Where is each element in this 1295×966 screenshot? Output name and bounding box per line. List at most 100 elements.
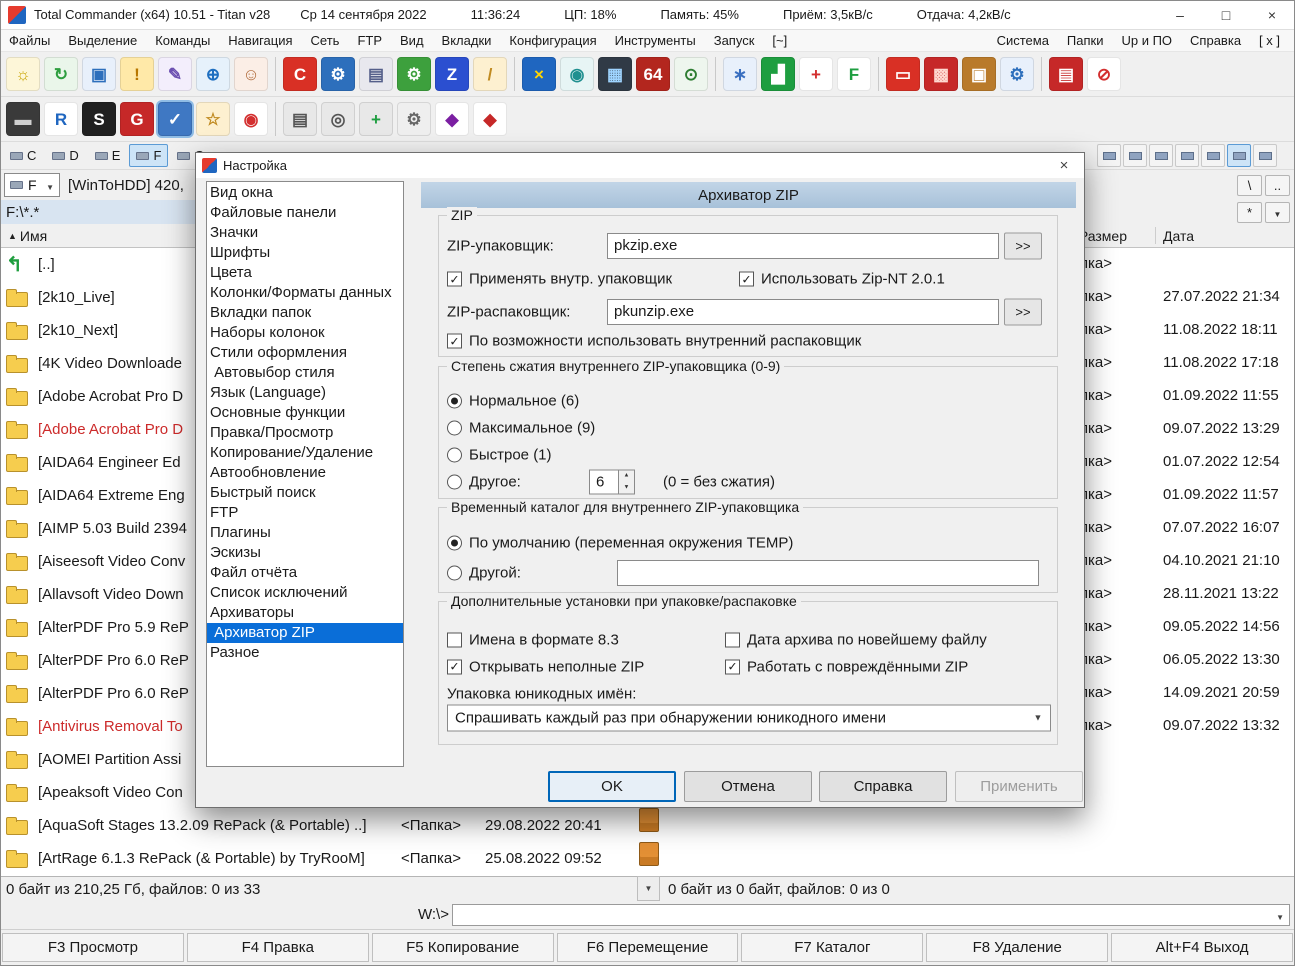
- wand-icon[interactable]: ∗: [723, 57, 757, 91]
- letter-f-icon[interactable]: F: [837, 57, 871, 91]
- drive-button[interactable]: [1227, 144, 1251, 167]
- settings-category[interactable]: Архиваторы: [207, 603, 403, 623]
- settings-category[interactable]: Файл отчёта: [207, 563, 403, 583]
- menu-item[interactable]: Команды: [146, 33, 219, 48]
- monitor-icon[interactable]: ▣: [82, 57, 116, 91]
- close-button[interactable]: ×: [1249, 0, 1295, 29]
- settings-category[interactable]: Эскизы: [207, 543, 403, 563]
- dark-case-icon[interactable]: ▬: [6, 102, 40, 136]
- menu-item[interactable]: Запуск: [705, 33, 764, 48]
- settings-category[interactable]: Список исключений: [207, 583, 403, 603]
- menu-item[interactable]: Конфигурация: [500, 33, 605, 48]
- menu-item[interactable]: Система: [988, 33, 1058, 48]
- sd-tool-icon[interactable]: S: [82, 102, 116, 136]
- command-input[interactable]: [452, 904, 1290, 926]
- g-red-icon[interactable]: G: [120, 102, 154, 136]
- drive-combo[interactable]: F: [4, 173, 60, 197]
- function-key-button[interactable]: F5 Копирование: [371, 933, 554, 962]
- settings-category[interactable]: Автообновление: [207, 463, 403, 483]
- settings-category[interactable]: Наборы колонок: [207, 323, 403, 343]
- settings-category[interactable]: Колонки/Форматы данных: [207, 283, 403, 303]
- ok-button[interactable]: OK: [548, 771, 676, 802]
- settings-category[interactable]: Шрифты: [207, 243, 403, 263]
- settings-category[interactable]: Архиватор ZIP: [207, 623, 403, 643]
- drive-button[interactable]: [1201, 144, 1225, 167]
- red-blocks-icon[interactable]: ▩: [924, 57, 958, 91]
- compression-other-spinner[interactable]: 6: [589, 469, 635, 494]
- temp-other-input[interactable]: [617, 559, 1039, 586]
- drive-d-button[interactable]: D: [45, 144, 86, 167]
- pen-icon[interactable]: ✎: [158, 57, 192, 91]
- gray-gears-icon[interactable]: ⚙: [397, 102, 431, 136]
- check-panel-icon[interactable]: ✓: [158, 102, 192, 136]
- settings-category[interactable]: FTP: [207, 503, 403, 523]
- function-key-button[interactable]: F7 Каталог: [741, 933, 924, 962]
- lightbulb-icon[interactable]: ☼: [6, 57, 40, 91]
- dialog-close-button[interactable]: ×: [1044, 153, 1084, 178]
- use-zipnt-checkbox[interactable]: Использовать Zip-NT 2.0.1: [739, 271, 945, 288]
- dialog-titlebar[interactable]: Настройка ×: [196, 153, 1084, 178]
- sparkle-wand-icon[interactable]: ☆: [196, 102, 230, 136]
- help-button[interactable]: Справка: [819, 771, 947, 802]
- compression-normal-radio[interactable]: Нормальное (6): [447, 392, 579, 409]
- medical-cross-icon[interactable]: +: [799, 57, 833, 91]
- drive-button[interactable]: [1175, 144, 1199, 167]
- broom-icon[interactable]: /: [473, 57, 507, 91]
- damaged-zip-checkbox[interactable]: Работать с повреждёнными ZIP: [725, 658, 968, 675]
- history-button[interactable]: [1265, 201, 1290, 223]
- temp-default-radio[interactable]: По умолчанию (переменная окружения TEMP): [447, 534, 793, 551]
- file-row[interactable]: ↰ [ArtRage 6.1.3 RePack (& Portable) by …: [0, 842, 637, 875]
- menu-item[interactable]: Навигация: [219, 33, 301, 48]
- zip-z-icon[interactable]: Z: [435, 57, 469, 91]
- drive-f-button[interactable]: F: [129, 144, 169, 167]
- settings-category[interactable]: Основные функции: [207, 403, 403, 423]
- red-panel-icon[interactable]: ▭: [886, 57, 920, 91]
- function-key-button[interactable]: F8 Удаление: [926, 933, 1109, 962]
- zip-unpacker-input[interactable]: pkunzip.exe: [607, 298, 999, 325]
- menu-item[interactable]: Папки: [1058, 33, 1113, 48]
- column-header-size[interactable]: Размер: [1079, 228, 1127, 244]
- drive-button[interactable]: [1253, 144, 1277, 167]
- function-key-button[interactable]: F3 Просмотр: [2, 933, 184, 962]
- menu-item[interactable]: [ x ]: [1250, 33, 1289, 48]
- use-internal-unpacker-checkbox[interactable]: По возможности использовать внутренний р…: [447, 333, 861, 350]
- spinner-up-icon[interactable]: [619, 470, 634, 482]
- temp-other-radio[interactable]: Другой:: [447, 564, 521, 581]
- settings-category[interactable]: Язык (Language): [207, 383, 403, 403]
- aida64-icon[interactable]: 64: [636, 57, 670, 91]
- gear-blue-icon[interactable]: ⚙: [321, 57, 355, 91]
- drive-e-button[interactable]: E: [87, 144, 128, 167]
- no-entry-icon[interactable]: ⊘: [1087, 57, 1121, 91]
- block-x-icon[interactable]: ×: [522, 57, 556, 91]
- column-header-date[interactable]: Дата: [1163, 228, 1194, 244]
- apply-button[interactable]: Применить: [955, 771, 1083, 802]
- drive-button[interactable]: [1149, 144, 1173, 167]
- drive-button[interactable]: [1123, 144, 1147, 167]
- drive-button[interactable]: [1097, 144, 1121, 167]
- history-dropdown-icon[interactable]: [1276, 907, 1284, 923]
- cpu-chip-icon[interactable]: ▦: [598, 57, 632, 91]
- color-cube-icon[interactable]: ◆: [435, 102, 469, 136]
- settings-category[interactable]: Цвета: [207, 263, 403, 283]
- red-stack-icon[interactable]: ◆: [473, 102, 507, 136]
- zip-unpacker-browse-button[interactable]: >>: [1004, 298, 1042, 325]
- bar-chart-icon[interactable]: ▟: [761, 57, 795, 91]
- green-tool-icon[interactable]: ⚙: [397, 57, 431, 91]
- drive-c-button[interactable]: C: [3, 144, 44, 167]
- gears-pair-icon[interactable]: ⚙: [1000, 57, 1034, 91]
- settings-category[interactable]: Вкладки папок: [207, 303, 403, 323]
- minimize-button[interactable]: –: [1157, 0, 1203, 29]
- brick-wall-icon[interactable]: ▤: [1049, 57, 1083, 91]
- zip-packer-input[interactable]: pkzip.exe: [607, 232, 999, 259]
- file-row[interactable]: ↰ [AquaSoft Stages 13.2.09 RePack (& Por…: [0, 809, 637, 842]
- menu-item[interactable]: [~]: [763, 33, 796, 48]
- spinner-down-icon[interactable]: [619, 482, 634, 494]
- orbs-icon[interactable]: ◉: [234, 102, 268, 136]
- printer-icon[interactable]: ▤: [359, 57, 393, 91]
- compression-fast-radio[interactable]: Быстрое (1): [447, 446, 552, 463]
- scroll-down-button[interactable]: [637, 876, 660, 901]
- refresh-icon[interactable]: ↻: [44, 57, 78, 91]
- menu-item[interactable]: Сеть: [302, 33, 349, 48]
- function-key-button[interactable]: Alt+F4 Выход: [1111, 933, 1294, 962]
- r-studio-icon[interactable]: R: [44, 102, 78, 136]
